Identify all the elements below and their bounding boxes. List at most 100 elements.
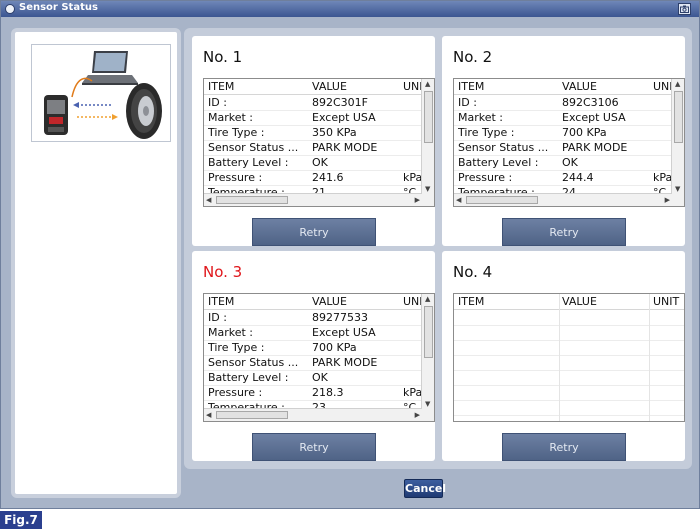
sensor-title: No. 2 (453, 48, 493, 66)
scroll-thumb[interactable] (674, 91, 683, 143)
cell-value: 700 KPa (312, 341, 357, 354)
table-row[interactable]: Pressure :218.3 kPa (204, 385, 434, 401)
table-row[interactable]: Market : Except USA (454, 110, 684, 126)
figure-label: Fig.7 (0, 511, 42, 529)
cell-value: 892C301F (312, 96, 368, 109)
cell-item: Market : (458, 111, 504, 124)
cell-value: Except USA (562, 111, 626, 124)
table-row[interactable]: Market : Except USA (204, 325, 434, 341)
cancel-button[interactable]: Cancel (404, 479, 446, 498)
vertical-scrollbar[interactable]: ▲ ▼ (421, 79, 434, 194)
retry-button[interactable]: Retry (502, 433, 626, 461)
sensor-data-list[interactable]: ITEM VALUE UNI ID : 89277533 Market : Excep… (203, 293, 435, 422)
column-header-item[interactable]: ITEM (208, 80, 306, 93)
sensor-grid: No. 1 ITEM VALUE UNI ID :892C301F Market … (184, 28, 692, 469)
column-header-value[interactable]: VALUE (562, 295, 646, 308)
scroll-thumb[interactable] (466, 196, 538, 204)
horizontal-scrollbar[interactable]: ◀ ▶ (204, 193, 422, 206)
app-icon (5, 4, 15, 14)
cell-item: Battery Level : (458, 156, 539, 169)
column-header-item[interactable]: ITEM (458, 80, 556, 93)
cell-item: Tire Type : (458, 126, 515, 139)
column-header-item[interactable]: ITEM (208, 295, 306, 308)
cell-item: Market : (208, 326, 254, 339)
cell-item: Pressure : (208, 171, 263, 184)
column-header-value[interactable]: VALUE (312, 295, 396, 308)
table-row[interactable]: Sensor Status ... PARK MODE (454, 140, 684, 156)
vertical-scrollbar[interactable]: ▲ ▼ (421, 294, 434, 409)
cell-item: Pressure : (458, 171, 513, 184)
retry-button[interactable]: Retry (252, 218, 376, 246)
table-row[interactable]: Sensor Status ... PARK MODE (204, 140, 434, 156)
sensor-data-list[interactable]: ITEM VALUE UNI ID : 892C301F Market : Excep… (203, 78, 435, 207)
cell-item: Market : (208, 111, 254, 124)
scroll-thumb[interactable] (424, 306, 433, 358)
scroll-thumb[interactable] (216, 411, 288, 419)
table-row[interactable]: Tire Type : 700 KPa (204, 340, 434, 356)
sensor-data-list[interactable]: ITEM VALUE UNIT (453, 293, 685, 422)
table-row[interactable]: Battery Level : OK (454, 155, 684, 171)
scroll-thumb[interactable] (216, 196, 288, 204)
cell-item: ID : (208, 96, 227, 109)
cell-value: 244.4 (562, 171, 594, 184)
sensor-panel-2: No. 2 ITEM VALUE UNI ID :892C3106 Market … (442, 36, 685, 246)
cell-value: 892C3106 (562, 96, 619, 109)
sensor-title: No. 4 (453, 263, 493, 281)
table-row[interactable]: ID : 892C3106 (454, 95, 684, 111)
scroll-thumb[interactable] (424, 91, 433, 143)
table-row[interactable]: Market : Except USA (204, 110, 434, 126)
cell-item: Sensor Status ... (208, 356, 299, 369)
tpms-tool-illustration (31, 44, 171, 142)
table-row[interactable]: Pressure :244.4 kPa (454, 170, 684, 186)
horizontal-scrollbar[interactable]: ◀ ▶ (454, 193, 672, 206)
sensor-title: No. 3 (203, 263, 243, 281)
sensor-panel-4: No. 4 ITEM VALUE UNIT Retry (442, 251, 685, 461)
title-bar: Sensor Status (1, 1, 699, 17)
cell-value: 350 KPa (312, 126, 357, 139)
sensor-panel-1: No. 1 ITEM VALUE UNI ID :892C301F Market … (192, 36, 435, 246)
cell-value: PARK MODE (312, 356, 378, 369)
table-row[interactable]: ID : 89277533 (204, 310, 434, 326)
column-header-unit[interactable]: UNIT (653, 295, 679, 308)
sensor-title: No. 1 (203, 48, 243, 66)
table-row[interactable]: Battery Level : OK (204, 155, 434, 171)
column-header-value[interactable]: VALUE (562, 80, 646, 93)
signal-arrows-icon (73, 102, 118, 120)
cell-value: PARK MODE (562, 141, 628, 154)
sensor-panel-3: No. 3 ITEM VALUE UNI ID :89277533 Market … (192, 251, 435, 461)
cell-value: OK (312, 156, 328, 169)
sensor-data-list[interactable]: ITEM VALUE UNI ID : 892C3106 Market : Excep… (453, 78, 685, 207)
retry-button[interactable]: Retry (502, 218, 626, 246)
table-row[interactable]: Tire Type : 350 KPa (204, 125, 434, 141)
cell-value: PARK MODE (312, 141, 378, 154)
cell-item: ID : (208, 311, 227, 324)
vertical-scrollbar[interactable]: ▲ ▼ (671, 79, 684, 194)
cell-item: Battery Level : (208, 156, 289, 169)
list-header: ITEM VALUE UNI (204, 294, 434, 310)
retry-button[interactable]: Retry (252, 433, 376, 461)
cell-item: Sensor Status ... (458, 141, 549, 154)
camera-icon[interactable] (678, 3, 691, 15)
cell-value: Except USA (312, 111, 376, 124)
table-row[interactable]: Pressure :241.6 kPa (204, 170, 434, 186)
list-header: ITEM VALUE UNI (204, 79, 434, 95)
cell-value: OK (312, 371, 328, 384)
horizontal-scrollbar[interactable]: ◀ ▶ (204, 408, 422, 421)
cell-value: Except USA (312, 326, 376, 339)
table-row[interactable]: Tire Type : 700 KPa (454, 125, 684, 141)
column-header-value[interactable]: VALUE (312, 80, 396, 93)
tire-icon (126, 83, 162, 139)
window-title: Sensor Status (19, 2, 98, 13)
sensor-status-window: Sensor Status No. 1 ITEM VALUE UNI ID: … (0, 0, 700, 509)
table-row[interactable]: Battery Level : OK (204, 370, 434, 386)
column-header-item[interactable]: ITEM (458, 295, 556, 308)
cell-value: 89277533 (312, 311, 368, 324)
cell-item: Sensor Status ... (208, 141, 299, 154)
table-row[interactable]: Sensor Status ... PARK MODE (204, 355, 434, 371)
cell-item: Battery Level : (208, 371, 289, 384)
table-row[interactable]: ID : 892C301F (204, 95, 434, 111)
cell-item: ID : (458, 96, 477, 109)
left-panel (11, 28, 181, 498)
cell-item: Tire Type : (208, 341, 265, 354)
cell-value: OK (562, 156, 578, 169)
